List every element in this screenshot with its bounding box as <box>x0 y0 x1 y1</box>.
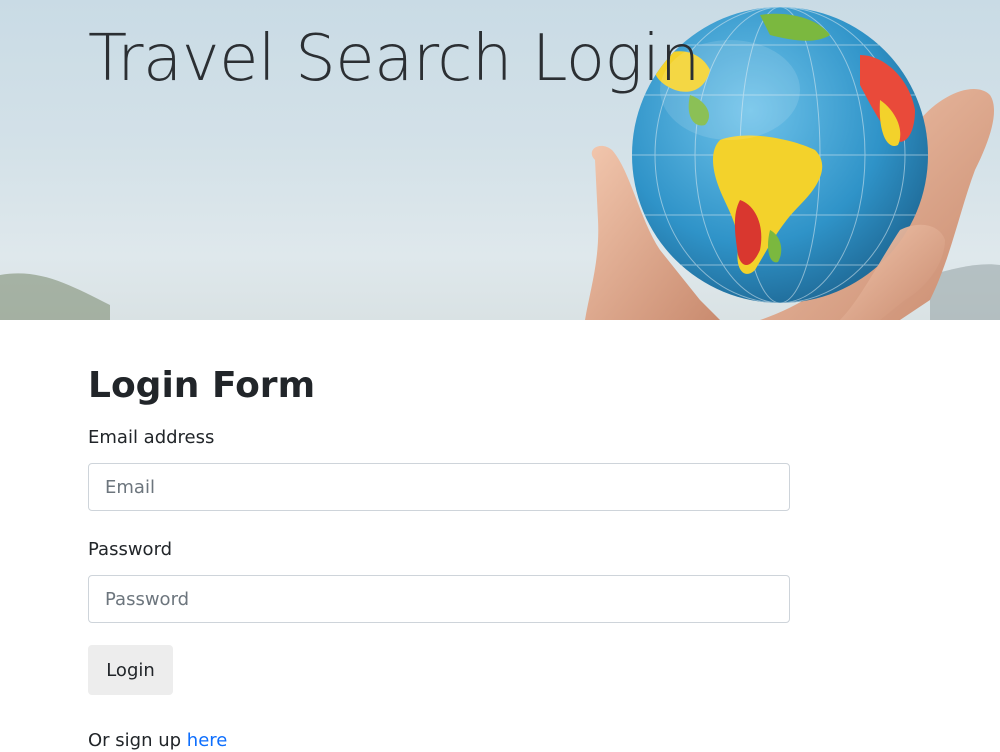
email-field[interactable] <box>88 463 790 511</box>
signup-link[interactable]: here <box>187 730 228 751</box>
email-label: Email address <box>88 427 215 448</box>
password-label: Password <box>88 539 173 560</box>
hero-banner: Travel Search Login <box>0 0 1000 320</box>
signup-prompt: Or sign up here <box>88 730 227 751</box>
login-button[interactable]: Login <box>88 645 173 695</box>
password-field[interactable] <box>88 575 790 623</box>
form-heading: Login Form <box>88 365 316 406</box>
page-title: Travel Search Login <box>88 22 700 96</box>
signup-prefix-text: Or sign up <box>88 730 182 751</box>
